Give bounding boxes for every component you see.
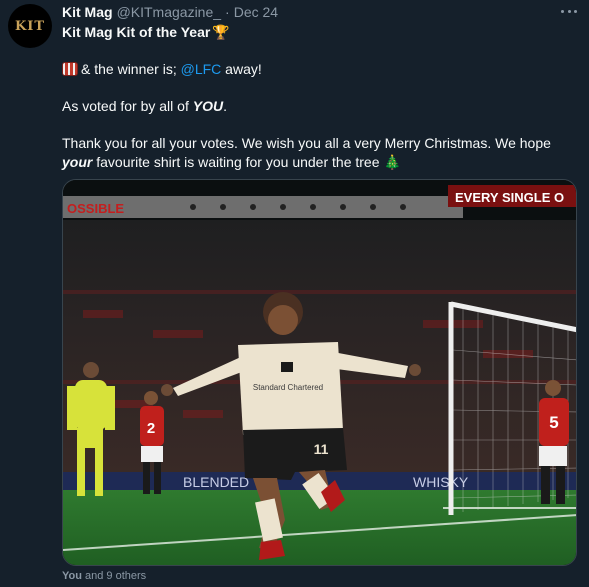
avatar-logo-text: KIT [14, 18, 46, 34]
shirt-number-text: 11 [314, 441, 329, 457]
trophy-icon: 🏆 [212, 24, 230, 40]
shirt-emphasis: your [62, 154, 93, 170]
voted-end: . [223, 98, 227, 114]
tweet-date[interactable]: Dec 24 [234, 4, 278, 20]
tweet[interactable]: KIT Kit Mag @KITmagazine_ · Dec 24 Kit M… [0, 0, 589, 587]
thanks-line: Thank you for all your votes. We wish yo… [62, 135, 551, 151]
likes-you: You [62, 570, 82, 582]
likes-summary[interactable]: You and 9 others [62, 570, 146, 582]
separator-dot: · [225, 4, 230, 20]
board-text-right: WHISKY [413, 474, 469, 490]
tweet-header: Kit Mag @KITmagazine_ · Dec 24 [62, 3, 278, 21]
voted-text: As voted for by all of [62, 98, 193, 114]
author-handle[interactable]: @KITmagazine_ [117, 4, 221, 20]
shirt-line: your favourite shirt is waiting for you … [62, 153, 572, 172]
drum-icon [62, 62, 78, 76]
board-text-left: BLENDED [183, 474, 249, 490]
tweet-photo[interactable]: OSSIBLE EVERY SINGLE O BLENDED WHISKY 2 … [62, 179, 577, 566]
christmas-tree-icon: 🎄 [383, 154, 401, 170]
more-options-icon[interactable] [559, 2, 579, 20]
banner-left-text: OSSIBLE [67, 201, 124, 216]
shirt-text: favourite shirt is waiting for you under… [92, 154, 380, 170]
avatar[interactable]: KIT [8, 4, 52, 48]
voted-line: As voted for by all of YOU. [62, 97, 572, 116]
photo-illustration: OSSIBLE EVERY SINGLE O BLENDED WHISKY 2 … [63, 180, 576, 565]
opponent-left-number: 2 [147, 420, 155, 437]
voted-emphasis: YOU [192, 98, 224, 114]
opponent-right-number: 5 [549, 413, 558, 432]
tweet-text: Kit Mag Kit of the Year 🏆 & the winner is… [62, 23, 572, 172]
author-name[interactable]: Kit Mag [62, 4, 113, 20]
tweet-title: Kit Mag Kit of the Year [62, 24, 211, 40]
likes-others: and 9 others [81, 570, 147, 582]
banner-right-text: EVERY SINGLE O [455, 190, 564, 205]
shirt-sponsor-text: Standard Chartered [253, 383, 323, 392]
winner-text-end: away! [221, 61, 262, 77]
mention-lfc-link[interactable]: @LFC [181, 61, 222, 77]
winner-line: & the winner is; @LFC away! [62, 60, 572, 79]
winner-text: & the winner is; [81, 61, 181, 77]
tweet-title-line: Kit Mag Kit of the Year 🏆 [62, 23, 572, 42]
